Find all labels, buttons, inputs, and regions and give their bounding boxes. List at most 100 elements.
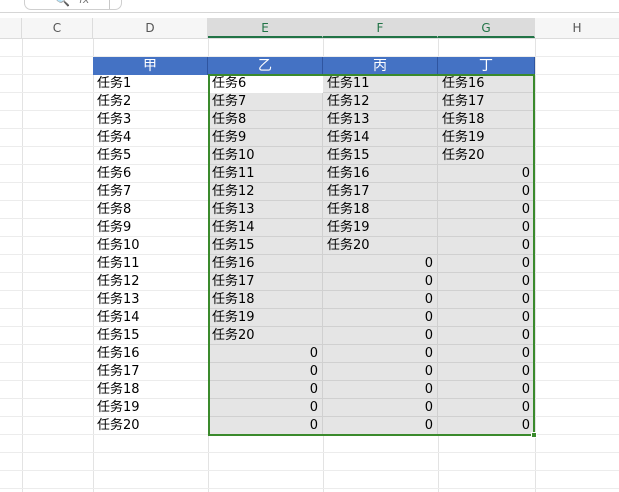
table-cell[interactable]: 任务7 — [93, 183, 208, 201]
table-cell[interactable]: 任务19 — [438, 129, 535, 147]
table-cell[interactable]: 任务18 — [323, 201, 438, 219]
table-cell[interactable]: 0 — [438, 219, 535, 237]
table-cell[interactable]: 0 — [438, 165, 535, 183]
table-cell[interactable]: 任务18 — [208, 291, 323, 309]
table-cell[interactable]: 0 — [438, 183, 535, 201]
table-cell[interactable]: 0 — [323, 381, 438, 399]
table-cell[interactable]: 任务7 — [208, 93, 323, 111]
table-cell[interactable]: 0 — [438, 309, 535, 327]
table-cell[interactable]: 任务20 — [208, 327, 323, 345]
table-cell[interactable]: 任务20 — [438, 147, 535, 165]
table-cell[interactable]: 0 — [438, 345, 535, 363]
table-cell[interactable]: 0 — [438, 363, 535, 381]
column-header-g[interactable]: G — [438, 18, 535, 38]
table-cell[interactable]: 0 — [438, 237, 535, 255]
table-cell[interactable]: 任务6 — [208, 75, 323, 93]
table-cell[interactable]: 任务19 — [208, 309, 323, 327]
column-header-f[interactable]: F — [323, 18, 438, 38]
table-cell[interactable]: 任务14 — [93, 309, 208, 327]
table-cell[interactable]: 任务16 — [208, 255, 323, 273]
table-cell[interactable]: 0 — [323, 309, 438, 327]
table-cell[interactable]: 任务12 — [208, 183, 323, 201]
table-cell[interactable]: 0 — [438, 327, 535, 345]
table-cell[interactable]: 任务15 — [93, 327, 208, 345]
table-cell[interactable]: 任务17 — [438, 93, 535, 111]
table-cell[interactable]: 任务5 — [93, 147, 208, 165]
table-cell[interactable]: 任务8 — [208, 111, 323, 129]
table-cell[interactable]: 任务19 — [93, 399, 208, 417]
table-cell[interactable]: 任务16 — [323, 165, 438, 183]
column-header-row: C D E F G H — [0, 18, 619, 39]
table-cell[interactable]: 任务16 — [438, 75, 535, 93]
search-icon[interactable]: 🔍 — [55, 0, 70, 7]
column-header-h[interactable]: H — [535, 18, 619, 38]
table-cell[interactable]: 任务14 — [323, 129, 438, 147]
table-cell[interactable]: 任务20 — [323, 237, 438, 255]
table-cell[interactable]: 0 — [323, 345, 438, 363]
table-cell[interactable]: 0 — [438, 399, 535, 417]
header-cell[interactable]: 乙 — [208, 57, 323, 75]
table-cell[interactable]: 0 — [208, 399, 323, 417]
fill-handle[interactable] — [531, 432, 537, 438]
table-cell[interactable]: 任务12 — [323, 93, 438, 111]
table-cell[interactable]: 0 — [438, 291, 535, 309]
table-cell[interactable]: 任务13 — [208, 201, 323, 219]
table-cell[interactable]: 任务18 — [438, 111, 535, 129]
table-cell[interactable]: 任务1 — [93, 75, 208, 93]
table-cell[interactable]: 0 — [323, 417, 438, 435]
table-cell[interactable]: 任务20 — [93, 417, 208, 435]
table-cell[interactable]: 0 — [438, 273, 535, 291]
column-header-e[interactable]: E — [208, 18, 323, 38]
table-cell[interactable]: 任务11 — [208, 165, 323, 183]
grid-column-line — [22, 39, 23, 492]
table-cell[interactable]: 0 — [323, 273, 438, 291]
grid-row-line — [0, 470, 619, 471]
table-cell[interactable]: 任务9 — [93, 219, 208, 237]
table-cell[interactable]: 0 — [438, 255, 535, 273]
table-cell[interactable]: 任务11 — [323, 75, 438, 93]
table-cell[interactable]: 任务9 — [208, 129, 323, 147]
table-cell[interactable]: 0 — [208, 381, 323, 399]
table-cell[interactable]: 任务15 — [208, 237, 323, 255]
table-cell[interactable]: 任务6 — [93, 165, 208, 183]
table-cell[interactable]: 任务8 — [93, 201, 208, 219]
table-cell[interactable]: 任务13 — [93, 291, 208, 309]
table-cell[interactable]: 任务3 — [93, 111, 208, 129]
column-header-empty[interactable] — [0, 18, 22, 38]
fx-icon[interactable]: fx — [79, 0, 89, 6]
table-cell[interactable]: 0 — [323, 255, 438, 273]
column-header-c[interactable]: C — [22, 18, 93, 38]
grid-column-line — [535, 39, 536, 492]
table-cell[interactable]: 任务17 — [323, 183, 438, 201]
table-cell[interactable]: 任务14 — [208, 219, 323, 237]
table-cell[interactable]: 任务10 — [93, 237, 208, 255]
table-cell[interactable]: 任务16 — [93, 345, 208, 363]
table-cell[interactable]: 0 — [323, 363, 438, 381]
table-cell[interactable]: 任务13 — [323, 111, 438, 129]
table-cell[interactable]: 任务4 — [93, 129, 208, 147]
header-cell[interactable]: 丁 — [438, 57, 535, 75]
table-cell[interactable]: 任务17 — [93, 363, 208, 381]
table-cell[interactable]: 0 — [323, 399, 438, 417]
table-cell[interactable]: 任务2 — [93, 93, 208, 111]
table-cell[interactable]: 任务12 — [93, 273, 208, 291]
formula-bar: 🔍 fx — [0, 0, 619, 13]
table-cell[interactable]: 0 — [438, 201, 535, 219]
table-cell[interactable]: 0 — [208, 363, 323, 381]
table-cell[interactable]: 任务18 — [93, 381, 208, 399]
table-cell[interactable]: 任务19 — [323, 219, 438, 237]
table-cell[interactable]: 任务15 — [323, 147, 438, 165]
table-cell[interactable]: 任务11 — [93, 255, 208, 273]
column-header-d[interactable]: D — [93, 18, 208, 38]
header-cell[interactable]: 丙 — [323, 57, 438, 75]
table-cell[interactable]: 0 — [438, 381, 535, 399]
table-cell[interactable]: 0 — [208, 417, 323, 435]
header-cell[interactable]: 甲 — [93, 57, 208, 75]
table-cell[interactable]: 0 — [323, 327, 438, 345]
table-cell[interactable]: 任务10 — [208, 147, 323, 165]
table-cell[interactable]: 0 — [438, 417, 535, 435]
name-box[interactable] — [24, 0, 122, 10]
table-cell[interactable]: 0 — [208, 345, 323, 363]
table-cell[interactable]: 任务17 — [208, 273, 323, 291]
table-cell[interactable]: 0 — [323, 291, 438, 309]
